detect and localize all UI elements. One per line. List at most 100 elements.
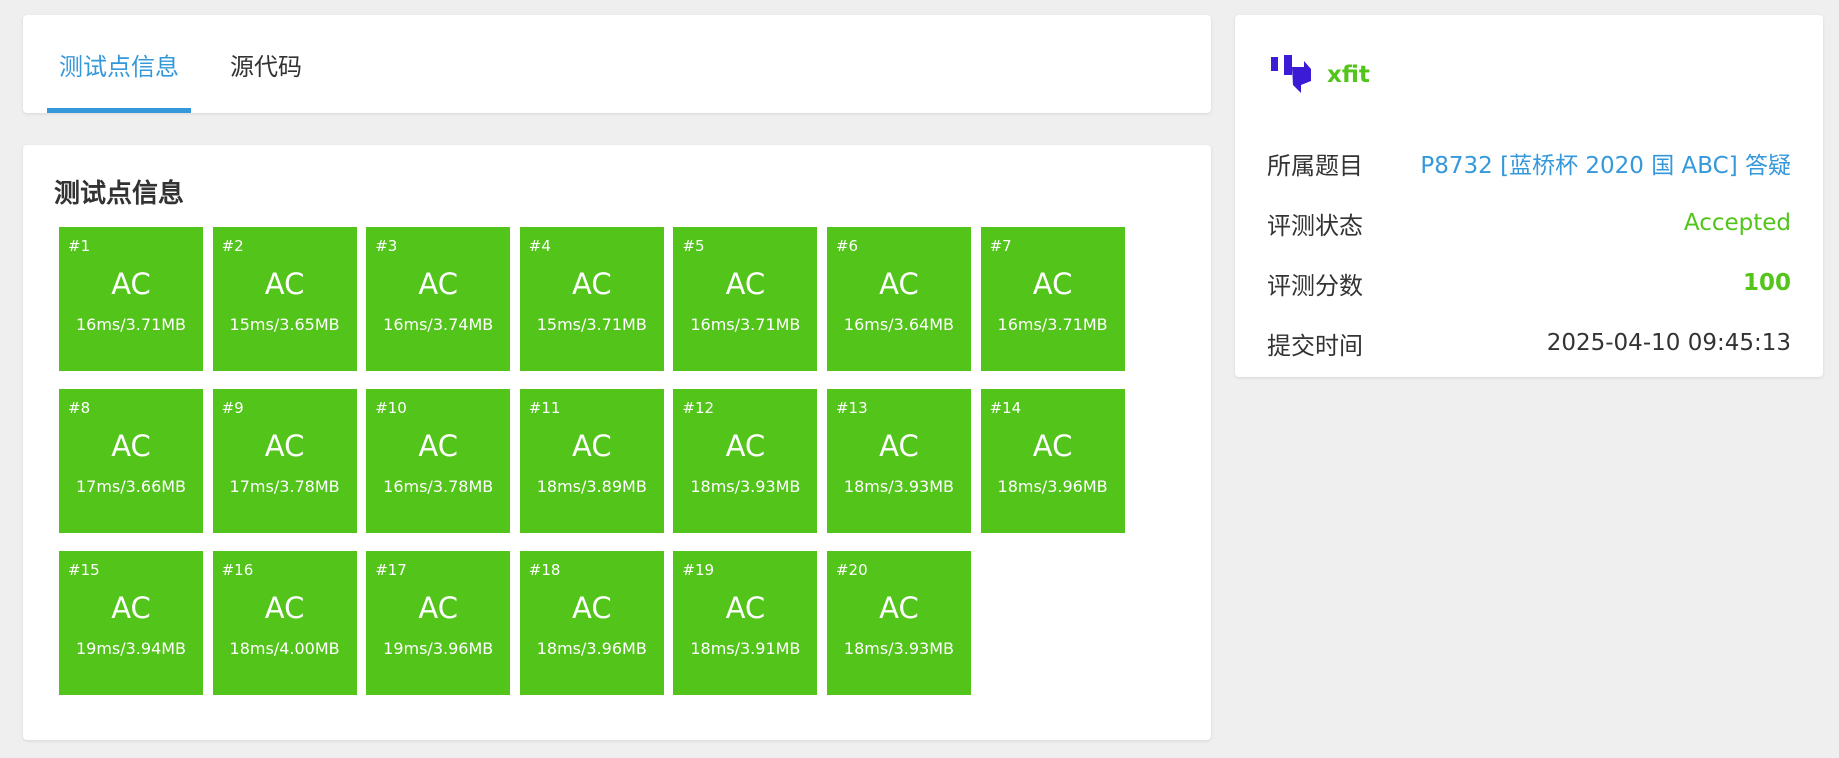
test-case-stats: 18ms/3.91MB <box>690 639 801 658</box>
username: xfit <box>1327 62 1370 88</box>
test-case-stats: 17ms/3.66MB <box>75 477 187 496</box>
test-case-status: AC <box>111 429 151 463</box>
user-link[interactable]: xfit <box>1271 55 1370 95</box>
test-case-status: AC <box>264 267 305 301</box>
test-case-id: #16 <box>221 561 254 579</box>
test-case-id: #4 <box>528 237 551 255</box>
test-case-stats: 15ms/3.71MB <box>536 315 647 334</box>
tabs-card: 测试点信息 源代码 <box>23 15 1211 113</box>
info-row-score: 评测分数 100 <box>1267 263 1791 303</box>
score-label: 评测分数 <box>1267 271 1363 300</box>
test-case-stats: 18ms/3.89MB <box>536 477 647 496</box>
test-case-stats: 16ms/3.78MB <box>383 477 494 496</box>
test-case-id: #5 <box>682 237 705 255</box>
avatar-logo-icon <box>1271 55 1311 93</box>
test-case-status: AC <box>264 429 305 463</box>
test-case-tile[interactable]: #10 AC 16ms/3.78MB <box>366 389 511 533</box>
test-case-stats: 18ms/3.93MB <box>843 639 954 658</box>
test-case-grid: #1 AC 16ms/3.71MB #2 AC 15ms/3.65MB #3 AC 16ms/3… <box>59 227 1139 695</box>
test-case-status: AC <box>879 591 919 625</box>
test-case-tile[interactable]: #14 AC 18ms/3.96MB <box>980 389 1125 533</box>
test-case-id: #12 <box>682 399 715 417</box>
test-case-stats: 16ms/3.64MB <box>843 315 954 334</box>
test-case-status: AC <box>418 429 458 463</box>
test-case-id: #11 <box>528 399 561 417</box>
test-case-stats: 19ms/3.96MB <box>383 639 494 658</box>
test-case-status: AC <box>1032 429 1073 463</box>
test-case-id: #1 <box>68 237 91 255</box>
test-case-tile[interactable]: #20 AC 18ms/3.93MB <box>826 551 971 695</box>
tab-test-points[interactable]: 测试点信息 <box>47 15 191 113</box>
tab-source-code[interactable]: 源代码 <box>216 15 316 113</box>
test-case-status: AC <box>571 591 612 625</box>
test-case-id: #6 <box>835 237 859 255</box>
test-case-tile[interactable]: #19 AC 18ms/3.91MB <box>673 551 818 695</box>
test-case-tile[interactable]: #8 AC 17ms/3.66MB <box>59 389 203 533</box>
test-case-tile[interactable]: #6 AC 16ms/3.64MB <box>826 227 971 371</box>
test-case-stats: 18ms/3.96MB <box>536 639 647 658</box>
section-title: 测试点信息 <box>54 179 185 209</box>
test-case-tile[interactable]: #9 AC 17ms/3.78MB <box>212 389 357 533</box>
test-case-tile[interactable]: #11 AC 18ms/3.89MB <box>519 389 664 533</box>
status-label: 评测状态 <box>1267 211 1363 240</box>
test-case-status: AC <box>571 429 612 463</box>
test-case-id: #2 <box>221 237 244 255</box>
info-row-status: 评测状态 Accepted <box>1267 203 1791 243</box>
test-case-status: AC <box>725 429 766 463</box>
test-case-status: AC <box>879 429 919 463</box>
test-case-id: #13 <box>835 399 868 417</box>
test-case-status: AC <box>1032 267 1073 301</box>
test-case-stats: 16ms/3.71MB <box>997 315 1108 334</box>
test-case-stats: 16ms/3.71MB <box>75 315 187 334</box>
test-case-status: AC <box>879 267 919 301</box>
test-case-tile[interactable]: #1 AC 16ms/3.71MB <box>59 227 203 371</box>
submit-time-label: 提交时间 <box>1267 331 1363 360</box>
problem-link[interactable]: P8732 [蓝桥杯 2020 国 ABC] 答疑 <box>1420 146 1791 180</box>
problem-label: 所属题目 <box>1267 151 1363 180</box>
test-case-status: AC <box>725 591 766 625</box>
test-case-status: AC <box>725 267 766 301</box>
test-case-id: #20 <box>835 561 868 579</box>
test-case-id: #9 <box>221 399 244 417</box>
test-case-stats: 18ms/4.00MB <box>229 639 340 658</box>
status-value: Accepted <box>1683 210 1791 236</box>
test-case-stats: 15ms/3.65MB <box>229 315 340 334</box>
test-case-id: #10 <box>375 399 407 417</box>
test-case-tile[interactable]: #3 AC 16ms/3.74MB <box>366 227 511 371</box>
test-case-stats: 19ms/3.94MB <box>75 639 187 658</box>
score-value: 100 <box>1742 270 1791 296</box>
test-case-stats: 18ms/3.96MB <box>997 477 1108 496</box>
test-case-tile[interactable]: #17 AC 19ms/3.96MB <box>366 551 511 695</box>
test-case-id: #7 <box>989 237 1012 255</box>
test-case-tile[interactable]: #16 AC 18ms/4.00MB <box>212 551 357 695</box>
test-case-tile[interactable]: #15 AC 19ms/3.94MB <box>59 551 203 695</box>
test-case-id: #17 <box>375 561 407 579</box>
info-row-problem: 所属题目 P8732 [蓝桥杯 2020 国 ABC] 答疑 <box>1267 143 1791 183</box>
test-case-stats: 17ms/3.78MB <box>229 477 340 496</box>
test-case-id: #3 <box>375 237 398 255</box>
test-case-tile[interactable]: #5 AC 16ms/3.71MB <box>673 227 818 371</box>
test-case-status: AC <box>111 591 151 625</box>
info-row-submit-time: 提交时间 2025-04-10 09:45:13 <box>1267 323 1791 363</box>
submission-info-card: xfit 所属题目 P8732 [蓝桥杯 2020 国 ABC] 答疑 评测状态… <box>1235 15 1823 377</box>
test-points-card: 测试点信息 #1 AC 16ms/3.71MB #2 AC 15ms/3.65MB #3 AC… <box>23 145 1211 740</box>
test-case-id: #18 <box>528 561 561 579</box>
test-case-tile[interactable]: #2 AC 15ms/3.65MB <box>212 227 357 371</box>
test-case-tile[interactable]: #18 AC 18ms/3.96MB <box>519 551 664 695</box>
test-case-id: #15 <box>68 561 100 579</box>
test-case-status: AC <box>571 267 612 301</box>
test-case-status: AC <box>111 267 151 301</box>
test-case-stats: 16ms/3.74MB <box>383 315 494 334</box>
test-case-tile[interactable]: #7 AC 16ms/3.71MB <box>980 227 1125 371</box>
test-case-stats: 18ms/3.93MB <box>843 477 954 496</box>
test-case-stats: 18ms/3.93MB <box>690 477 801 496</box>
test-case-id: #14 <box>989 399 1022 417</box>
test-case-tile[interactable]: #13 AC 18ms/3.93MB <box>826 389 971 533</box>
test-case-status: AC <box>418 591 458 625</box>
test-case-tile[interactable]: #4 AC 15ms/3.71MB <box>519 227 664 371</box>
submit-time-value: 2025-04-10 09:45:13 <box>1546 330 1791 356</box>
test-case-id: #8 <box>68 399 91 417</box>
test-case-tile[interactable]: #12 AC 18ms/3.93MB <box>673 389 818 533</box>
test-case-stats: 16ms/3.71MB <box>690 315 801 334</box>
test-case-id: #19 <box>682 561 715 579</box>
